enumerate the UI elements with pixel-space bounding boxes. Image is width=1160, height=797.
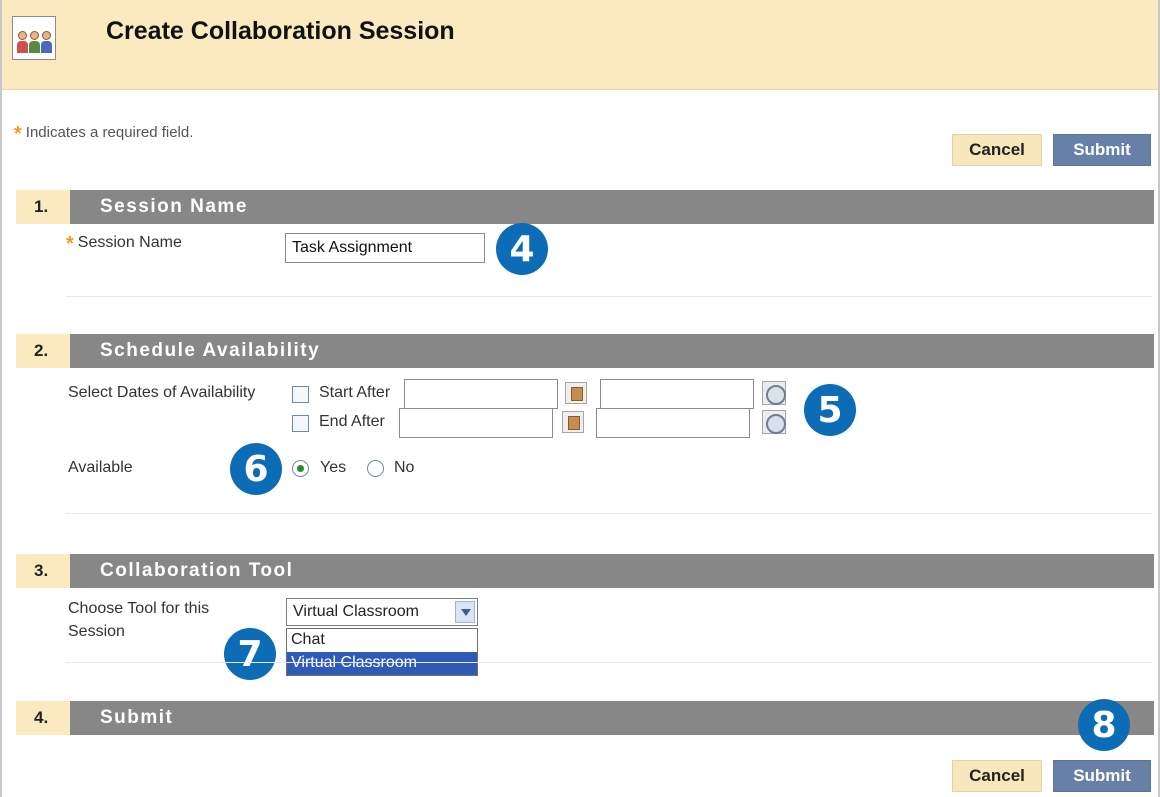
required-note: * Indicates a required field. xyxy=(14,123,194,145)
tool-option-virtual-classroom[interactable]: Virtual Classroom xyxy=(287,652,477,675)
start-time-input[interactable] xyxy=(600,379,754,409)
clock-icon[interactable] xyxy=(762,410,786,434)
cancel-button[interactable]: Cancel xyxy=(952,760,1042,792)
required-star-icon: * xyxy=(66,233,74,255)
tool-option-chat[interactable]: Chat xyxy=(287,629,477,652)
chevron-down-icon[interactable] xyxy=(455,601,475,623)
tool-select-value: Virtual Classroom xyxy=(293,603,419,620)
section-title: Submit xyxy=(100,707,174,728)
section-tool: 3. Collaboration Tool xyxy=(16,554,1154,588)
calendar-icon[interactable] xyxy=(562,411,584,433)
end-after-label: End After xyxy=(319,413,385,430)
session-name-label: * Session Name xyxy=(66,233,182,255)
submit-button[interactable]: Submit xyxy=(1053,134,1151,166)
end-time-input[interactable] xyxy=(596,408,750,438)
section-submit: 4. Submit xyxy=(16,701,1154,735)
divider xyxy=(66,513,1152,514)
available-no-radio[interactable] xyxy=(367,460,384,477)
submit-button[interactable]: Submit xyxy=(1053,760,1151,792)
required-star-icon: * xyxy=(14,123,22,145)
callout-8: 8 xyxy=(1078,699,1130,751)
page-title: Create Collaboration Session xyxy=(106,17,455,45)
section-number: 4. xyxy=(16,701,70,735)
start-after-checkbox[interactable] xyxy=(292,386,309,403)
divider xyxy=(66,662,1152,663)
divider xyxy=(66,296,1152,297)
callout-6: 6 xyxy=(230,443,282,495)
tool-select[interactable]: Virtual Classroom xyxy=(286,598,478,626)
callout-4: 4 xyxy=(496,223,548,275)
tool-label-line2: Session xyxy=(68,623,125,640)
end-after-checkbox[interactable] xyxy=(292,415,309,432)
available-label: Available xyxy=(68,459,133,476)
end-date-input[interactable] xyxy=(399,408,553,438)
page: Create Collaboration Session * Indicates … xyxy=(0,0,1160,797)
section-title: Schedule Availability xyxy=(100,340,321,361)
section-number: 2. xyxy=(16,334,70,368)
dates-label: Select Dates of Availability xyxy=(68,384,256,401)
section-session-name: 1. Session Name xyxy=(16,190,1154,224)
callout-7: 7 xyxy=(224,628,276,680)
available-yes-label: Yes xyxy=(320,459,347,476)
callout-5: 5 xyxy=(804,384,856,436)
group-icon xyxy=(12,16,56,60)
section-title: Collaboration Tool xyxy=(100,560,294,581)
section-title: Session Name xyxy=(100,196,248,217)
tool-dropdown: Chat Virtual Classroom xyxy=(286,628,478,676)
section-schedule: 2. Schedule Availability xyxy=(16,334,1154,368)
start-after-label: Start After xyxy=(319,384,391,401)
section-number: 3. xyxy=(16,554,70,588)
available-no-label: No xyxy=(394,459,415,476)
clock-icon[interactable] xyxy=(762,381,786,405)
available-yes-radio[interactable] xyxy=(292,460,309,477)
start-date-input[interactable] xyxy=(404,379,558,409)
page-header: Create Collaboration Session xyxy=(2,0,1158,90)
cancel-button[interactable]: Cancel xyxy=(952,134,1042,166)
section-number: 1. xyxy=(16,190,70,224)
session-name-input[interactable]: Task Assignment xyxy=(285,233,485,263)
tool-label-line1: Choose Tool for this xyxy=(68,600,210,617)
calendar-icon[interactable] xyxy=(565,382,587,404)
